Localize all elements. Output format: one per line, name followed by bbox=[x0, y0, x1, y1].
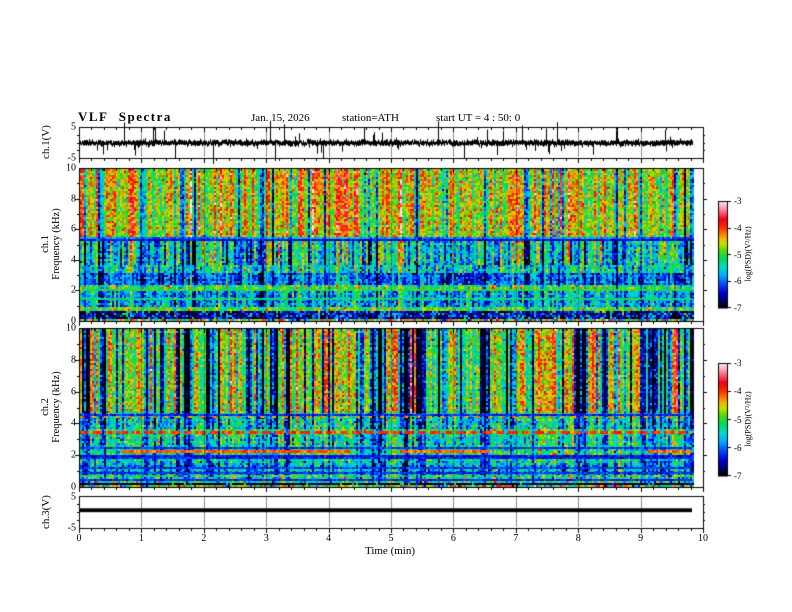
vlf-spectra-figure: VLF Spectra Jan. 15, 2026 station=ATH st… bbox=[0, 0, 792, 612]
ch2-spec-ytick-6: 6 bbox=[71, 386, 76, 398]
ch1-spectrogram-canvas bbox=[72, 167, 712, 329]
ch1-waveform-canvas bbox=[72, 112, 712, 170]
cbar2-tick--5: -5 bbox=[734, 414, 742, 425]
ch2-spec-ytick-4: 4 bbox=[71, 417, 76, 429]
x-tick-label-2: 2 bbox=[201, 533, 207, 544]
x-tick-label-5: 5 bbox=[388, 533, 394, 544]
ch2-spec-ytick-8: 8 bbox=[71, 354, 76, 366]
ch1-wave-ylabel: ch.1(V) bbox=[40, 125, 52, 159]
x-tick-label-1: 1 bbox=[138, 533, 144, 544]
cbar1-tick--6: -6 bbox=[734, 276, 742, 287]
ch1-spec-ytick-10: 10 bbox=[66, 162, 76, 174]
ch1-spec-ytick-6: 6 bbox=[71, 223, 76, 235]
colorbar2-label: log(PSD)(V²/Hz) bbox=[743, 391, 753, 447]
cbar1-tick--5: -5 bbox=[734, 249, 742, 260]
x-tick-label-8: 8 bbox=[575, 533, 581, 544]
x-tick-label-0: 0 bbox=[76, 533, 82, 544]
ch3-ytick-5: 5 bbox=[71, 491, 76, 503]
ch1-spec-ylabel-freq: Frequency (kHz) bbox=[51, 208, 62, 280]
x-tick-label-6: 6 bbox=[450, 533, 456, 544]
cbar1-tick--3: -3 bbox=[734, 196, 742, 206]
ch2-spec-ytick-10: 10 bbox=[66, 322, 76, 334]
x-tick-label-9: 9 bbox=[638, 533, 644, 544]
cbar1-tick--4: -4 bbox=[734, 222, 742, 233]
ch1-ytick-5: 5 bbox=[71, 121, 76, 133]
ch1-spec-ytick-8: 8 bbox=[71, 193, 76, 205]
ch1-spec-ytick-4: 4 bbox=[71, 254, 76, 266]
ch3-ytick--5: -5 bbox=[67, 522, 76, 533]
ch2-spec-ylabel: ch.2 Frequency (kHz) bbox=[40, 371, 62, 442]
ch2-spectrogram-canvas bbox=[72, 327, 712, 495]
ch1-spec-ylabel: ch.1 Frequency (kHz) bbox=[40, 208, 62, 279]
x-tick-label-3: 3 bbox=[263, 533, 269, 544]
cbar2-tick--3: -3 bbox=[734, 358, 742, 368]
ch1-spec-ylabel-ch: ch.1 bbox=[40, 235, 51, 253]
ch2-spec-ytick-2: 2 bbox=[71, 449, 76, 461]
ch2-spec-ylabel-ch: ch.2 bbox=[40, 398, 51, 416]
x-tick-label-7: 7 bbox=[513, 533, 519, 544]
x-tick-label-4: 4 bbox=[326, 533, 332, 544]
cbar1-tick--7: -7 bbox=[734, 303, 742, 313]
x-axis-label: Time (min) bbox=[364, 545, 416, 557]
ch2-spec-ylabel-freq: Frequency (kHz) bbox=[51, 371, 62, 443]
ch1-ytick--5: -5 bbox=[67, 152, 76, 163]
ch3-wave-ylabel: ch.3(V) bbox=[40, 495, 52, 529]
cbar2-tick--4: -4 bbox=[734, 386, 742, 397]
ch1-spec-ytick-2: 2 bbox=[71, 284, 76, 296]
colorbar1-label: log(PSD)(V²/Hz) bbox=[743, 226, 753, 282]
x-tick-label-10: 10 bbox=[698, 533, 708, 544]
cbar2-tick--6: -6 bbox=[734, 442, 742, 453]
cbar2-tick--7: -7 bbox=[734, 471, 742, 481]
ch2-spec-ytick-0: 0 bbox=[71, 481, 76, 493]
